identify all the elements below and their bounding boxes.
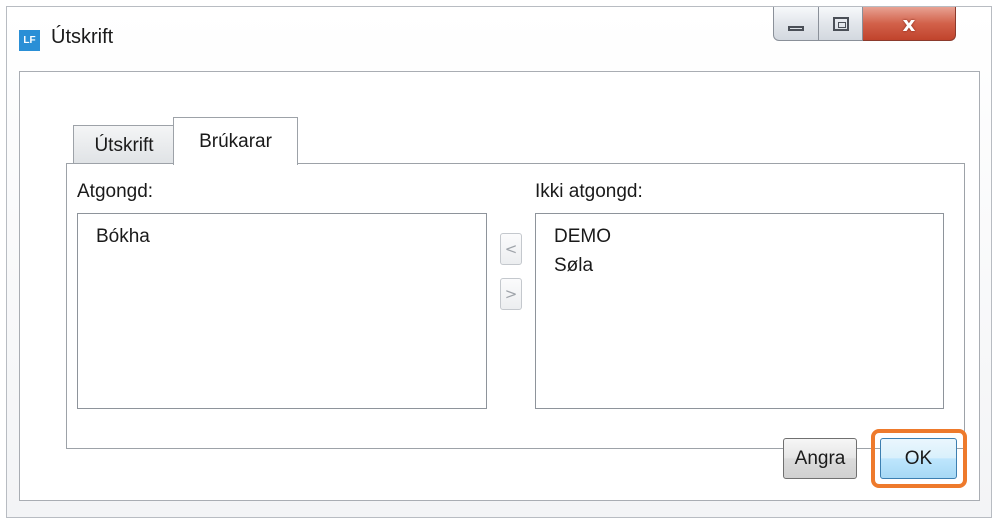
close-icon: x (902, 11, 916, 36)
close-button[interactable]: x (863, 7, 956, 41)
tab-brukarar[interactable]: Brúkarar (173, 117, 298, 165)
list-item[interactable]: DEMO (536, 222, 943, 251)
maximize-icon (832, 16, 849, 31)
ok-button[interactable]: OK (880, 438, 957, 479)
caption-buttons: x (773, 7, 992, 43)
list-item[interactable]: Søla (536, 251, 943, 280)
minimize-button[interactable] (773, 7, 819, 41)
dialog-window: LF Útskrift x Útskrift Brúkarar Atgongd:… (6, 6, 992, 518)
chevron-right-icon: > (504, 285, 518, 303)
window-title: Útskrift (51, 26, 114, 48)
cancel-button[interactable]: Angra (783, 438, 857, 479)
screenshot-stage: LF Útskrift x Útskrift Brúkarar Atgongd:… (0, 0, 992, 525)
access-label: Atgongd: (77, 181, 154, 202)
minimize-icon (788, 26, 804, 31)
maximize-button[interactable] (819, 7, 863, 41)
access-listbox[interactable]: Bókha (77, 213, 487, 409)
tab-label: Útskrift (94, 134, 154, 156)
tab-label: Brúkarar (199, 130, 272, 152)
move-right-button[interactable]: > (500, 278, 522, 310)
list-item[interactable]: Bókha (78, 222, 486, 251)
no-access-label: Ikki atgongd: (535, 181, 643, 202)
chevron-left-icon: < (504, 240, 518, 258)
tab-utskrift[interactable]: Útskrift (73, 125, 175, 165)
app-logo-icon: LF (19, 30, 40, 51)
no-access-listbox[interactable]: DEMO Søla (535, 213, 944, 409)
move-left-button[interactable]: < (500, 233, 522, 265)
dialog-content: Útskrift Brúkarar Atgongd: Ikki atgongd:… (19, 71, 980, 501)
